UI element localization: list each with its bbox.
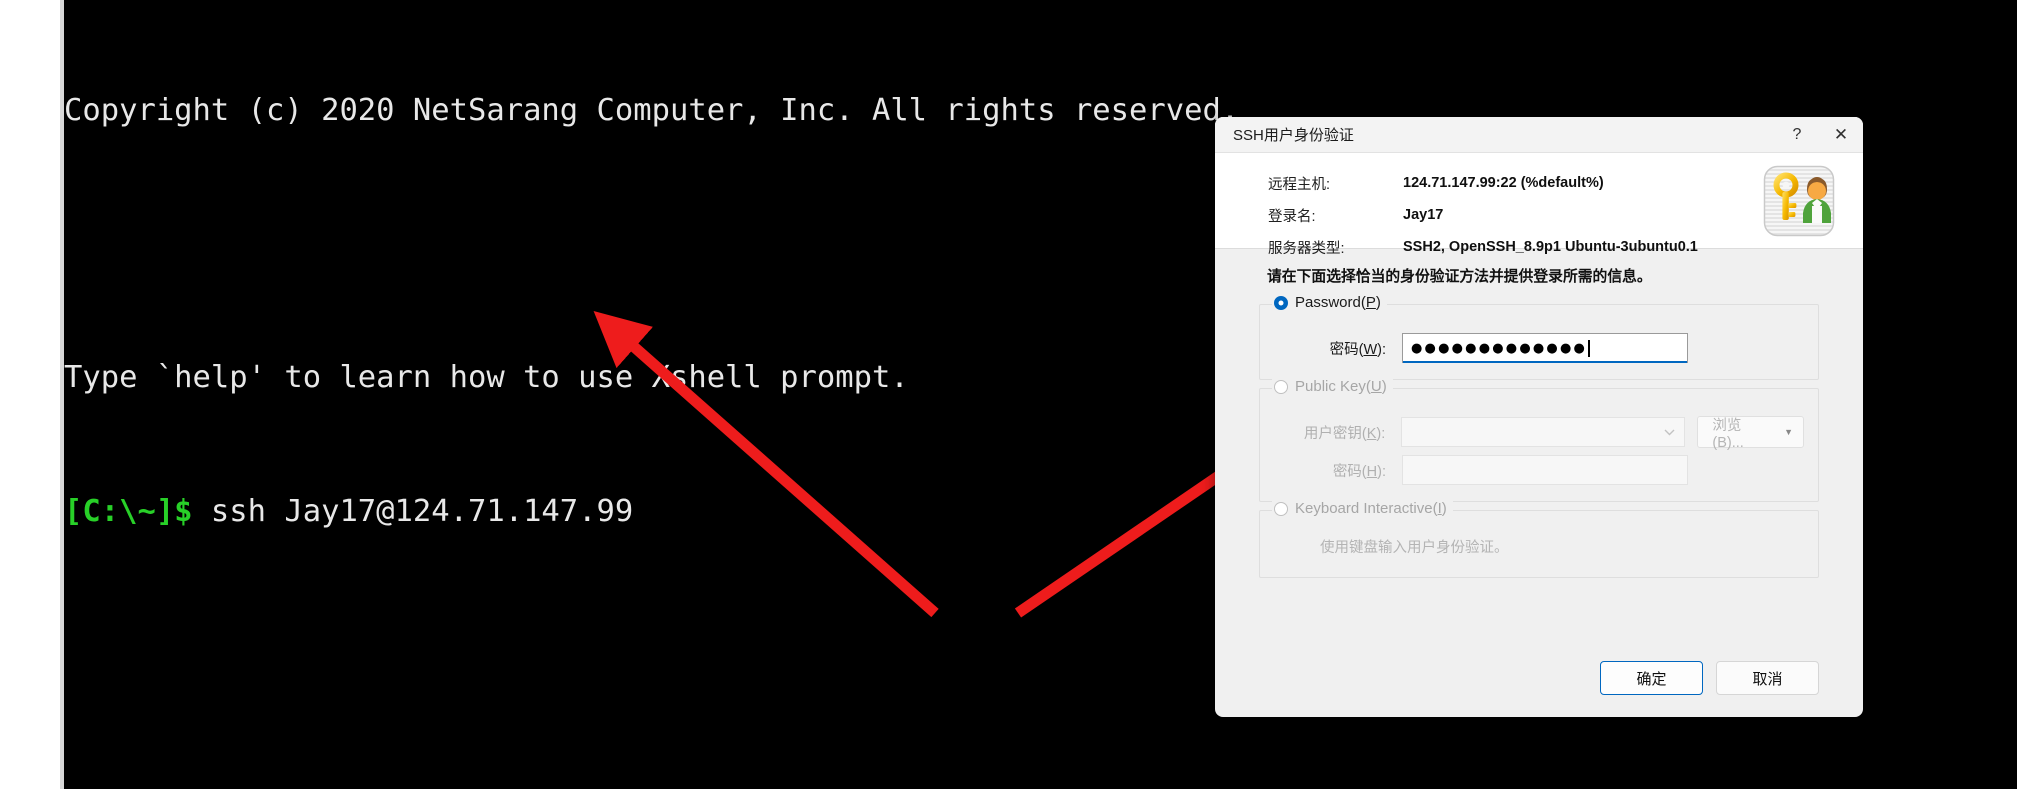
browse-button[interactable]: 浏览(B)... ▼ bbox=[1697, 416, 1804, 451]
terminal-line-text: Type `help' to learn how to use Xshell p… bbox=[64, 360, 909, 395]
terminal-line: Type `help' to learn how to use Xshell p… bbox=[64, 356, 1239, 401]
terminal-command: ssh Jay17@124.71.147.99 bbox=[192, 493, 634, 529]
public-key-radio-option[interactable]: Public Key(U) bbox=[1272, 378, 1393, 395]
terminal-prompt: [C:\~]$ bbox=[64, 493, 193, 529]
info-value: Jay17 bbox=[1403, 207, 1444, 223]
info-label: 服务器类型: bbox=[1268, 240, 1345, 257]
keyboard-interactive-radio-option[interactable]: Keyboard Interactive(I) bbox=[1272, 500, 1453, 517]
password-radio-option[interactable]: Password(P) bbox=[1272, 294, 1387, 311]
password-field-label: 密码(W): bbox=[1329, 341, 1386, 358]
terminal-output: Copyright (c) 2020 NetSarang Computer, I… bbox=[64, 0, 1239, 789]
passphrase-label: 密码(H): bbox=[1332, 463, 1386, 480]
info-value: SSH2, OpenSSH_8.9p1 Ubuntu-3ubuntu0.1 bbox=[1403, 239, 1698, 255]
user-key-row: 用户密钥(K): 浏览(B)... ▼ bbox=[1274, 415, 1804, 451]
passphrase-row: 密码(H): bbox=[1274, 453, 1804, 487]
public-key-group: Public Key(U) 用户密钥(K): 浏览(B)... ▼ 密码(H): bbox=[1259, 378, 1819, 502]
ok-button[interactable]: 确定 bbox=[1600, 661, 1703, 695]
keyboard-interactive-radio[interactable] bbox=[1274, 501, 1288, 516]
cancel-button[interactable]: 取消 bbox=[1716, 661, 1819, 695]
dialog-title: SSH用户身份验证 bbox=[1233, 127, 1354, 144]
password-legend-label: Password(P) bbox=[1295, 294, 1381, 311]
chevron-down-icon bbox=[1664, 429, 1675, 435]
info-label: 远程主机: bbox=[1268, 176, 1331, 193]
info-value: 124.71.147.99:22 (%default%) bbox=[1403, 175, 1604, 191]
key-user-icon bbox=[1763, 165, 1835, 237]
password-group: Password(P) 密码(W): ●●●●●●●●●●●●● bbox=[1259, 294, 1819, 380]
password-radio[interactable] bbox=[1274, 295, 1288, 310]
dialog-titlebar: SSH用户身份验证 ? ✕ bbox=[1215, 117, 1863, 153]
public-key-radio[interactable] bbox=[1274, 379, 1288, 394]
dialog-button-bar: 确定 取消 bbox=[1600, 661, 1819, 695]
keyboard-interactive-legend-label: Keyboard Interactive(I) bbox=[1295, 500, 1447, 517]
user-key-label: 用户密钥(K): bbox=[1303, 425, 1386, 442]
password-input[interactable]: ●●●●●●●●●●●●● bbox=[1402, 333, 1688, 363]
browse-dropdown-arrow-icon[interactable]: ▼ bbox=[1784, 417, 1803, 447]
text-caret bbox=[1588, 339, 1590, 357]
terminal-prompt-line: [C:\~]$ ssh Jay17@124.71.147.99 bbox=[64, 490, 1239, 535]
ssh-authentication-dialog: SSH用户身份验证 ? ✕ 远程主机: 124.71.147.99:22 (%d… bbox=[1215, 117, 1863, 717]
user-key-combobox[interactable] bbox=[1401, 417, 1686, 447]
public-key-legend-label: Public Key(U) bbox=[1295, 378, 1387, 395]
browse-button-label: 浏览(B)... bbox=[1712, 417, 1744, 451]
passphrase-input[interactable] bbox=[1402, 455, 1688, 485]
terminal-line-text: Copyright (c) 2020 NetSarang Computer, I… bbox=[64, 93, 1240, 128]
password-masked-value: ●●●●●●●●●●●●● bbox=[1411, 340, 1588, 356]
keyboard-interactive-description: 使用键盘输入用户身份验证。 bbox=[1320, 540, 1509, 556]
keyboard-interactive-group: Keyboard Interactive(I) 使用键盘输入用户身份验证。 bbox=[1259, 500, 1819, 578]
terminal-line: Copyright (c) 2020 NetSarang Computer, I… bbox=[64, 89, 1239, 134]
help-icon[interactable]: ? bbox=[1775, 117, 1819, 153]
close-icon[interactable]: ✕ bbox=[1819, 117, 1863, 153]
connection-info-panel: 远程主机: 124.71.147.99:22 (%default%) 登录名: … bbox=[1215, 153, 1863, 257]
info-label: 登录名: bbox=[1268, 208, 1316, 225]
password-field-row: 密码(W): ●●●●●●●●●●●●● bbox=[1274, 331, 1804, 365]
